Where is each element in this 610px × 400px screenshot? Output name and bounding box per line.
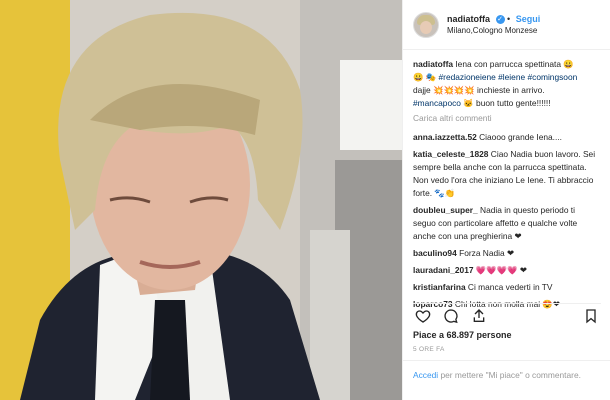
post-location[interactable]: Milano,Cologno Monzese <box>447 25 540 37</box>
comment-item: katia_celeste_1828 Ciao Nadia buon lavor… <box>403 148 610 200</box>
comment-item: kristianfarina Ci manca vederti in TV <box>403 281 610 294</box>
comment-username[interactable]: kristianfarina <box>413 282 466 292</box>
comment-username[interactable]: baculino94 <box>413 248 457 258</box>
post-side-panel: nadiatoffa ✓ • Segui Milano,Cologno Monz… <box>402 0 610 400</box>
header-separator: • <box>507 13 511 24</box>
comment-text: Ciaooo grande Iena.... <box>476 132 562 142</box>
comment-username[interactable]: lauradani_2017 <box>413 265 474 275</box>
comment-username[interactable]: doubleu_super_ <box>413 205 478 215</box>
caption-text-3: dajje 💥💥💥💥 inchieste in arrivo. <box>413 85 545 95</box>
heart-icon[interactable] <box>415 308 431 324</box>
follow-button[interactable]: Segui <box>516 14 541 24</box>
photo-image <box>0 0 402 400</box>
author-avatar[interactable] <box>413 11 439 38</box>
comment-item: anna.iazzetta.52 Ciaooo grande Iena.... <box>403 131 610 144</box>
comment-item: lauradani_2017 💗💗💗💗 ❤ <box>403 264 610 277</box>
comment-text: Forza Nadia ❤ <box>456 248 515 258</box>
comments-list: anna.iazzetta.52 Ciaooo grande Iena.... … <box>403 131 610 311</box>
likes-count[interactable]: Piace a 68.897 persone <box>413 330 512 340</box>
post-caption: nadiatoffa Iena con parrucca spettinata … <box>403 50 610 125</box>
comment-text: Ci manca vederti in TV <box>465 282 553 292</box>
add-comment-text: per mettere "Mi piace" o commentare. <box>438 370 581 380</box>
action-bar <box>413 303 601 330</box>
hashtag-link[interactable]: #mancapoco <box>413 98 461 108</box>
caption-text-4: 🐱 buon tutto gente!!!!!! <box>460 98 551 108</box>
share-icon[interactable] <box>471 308 487 324</box>
comment-username[interactable]: katia_celeste_1828 <box>413 149 488 159</box>
hashtag-link[interactable]: #redazioneiene <box>439 72 496 82</box>
comment-text: 💗💗💗💗 ❤ <box>473 265 527 275</box>
author-username[interactable]: nadiatoffa <box>447 14 490 24</box>
bookmark-icon[interactable] <box>583 308 599 324</box>
load-more-comments-button[interactable]: Carica altri commenti <box>413 112 600 125</box>
comment-item: baculino94 Forza Nadia ❤ <box>403 247 610 260</box>
caption-username[interactable]: nadiatoffa <box>413 59 453 69</box>
post-header: nadiatoffa ✓ • Segui Milano,Cologno Monz… <box>403 0 610 50</box>
caption-text-1: Iena con parrucca spettinata 😀 <box>453 59 574 69</box>
post-timestamp[interactable]: 5 ORE FA <box>413 346 445 353</box>
login-link[interactable]: Accedi <box>413 370 438 380</box>
comment-icon[interactable] <box>443 308 459 324</box>
hashtag-link[interactable]: #comingsoon <box>527 72 577 82</box>
post-photo[interactable] <box>0 0 402 400</box>
caption-text-2: 😀 🎭 <box>413 72 439 82</box>
hashtag-link[interactable]: #leiene <box>498 72 525 82</box>
add-comment-prompt: Accedi per mettere "Mi piace" o commenta… <box>403 360 610 400</box>
verified-badge-icon: ✓ <box>495 14 505 24</box>
comment-item: doubleu_super_ Nadia in questo periodo t… <box>403 204 610 243</box>
comment-username[interactable]: anna.iazzetta.52 <box>413 132 477 142</box>
